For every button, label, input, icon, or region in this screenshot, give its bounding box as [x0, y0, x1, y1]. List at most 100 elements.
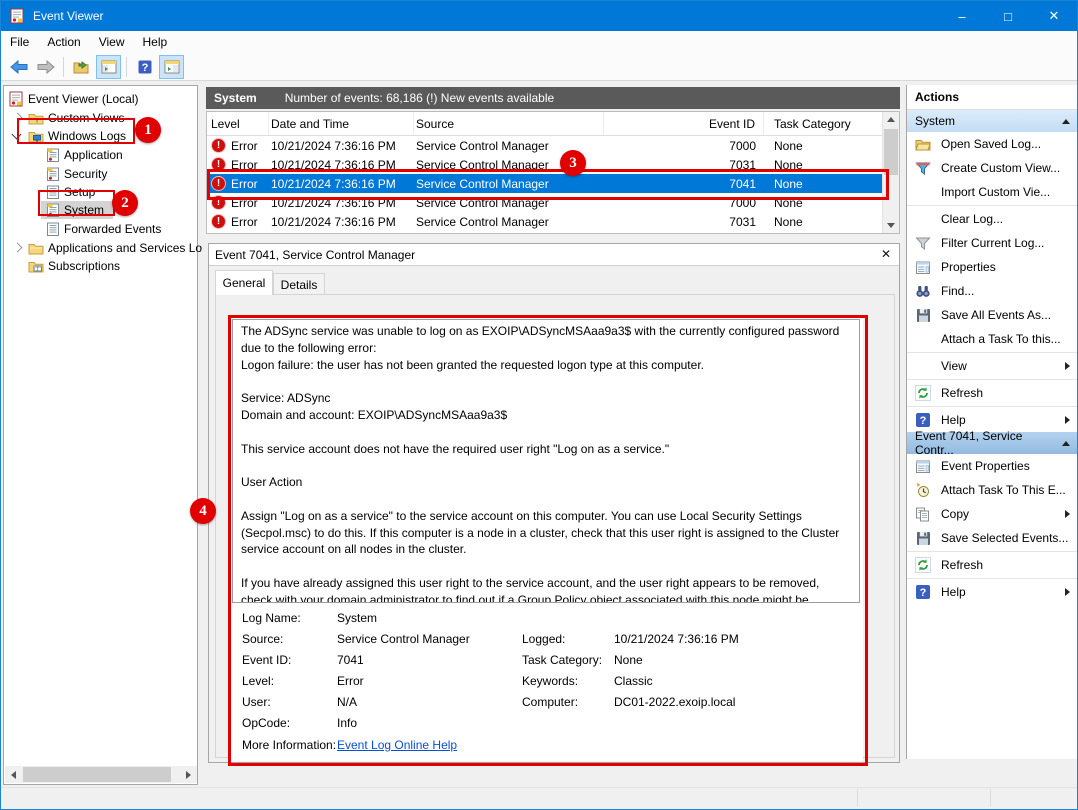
column-header-task-category[interactable]: Task Category	[764, 112, 874, 135]
tree-item-event-viewer-root[interactable]: Event Viewer (Local)	[8, 90, 139, 108]
menu-action[interactable]: Action	[38, 31, 89, 53]
show-console-tree-button[interactable]	[96, 55, 121, 79]
menu-help[interactable]: Help	[134, 31, 177, 53]
event-row[interactable]: !Error 10/21/2024 7:36:16 PM Service Con…	[207, 193, 899, 212]
binoculars-icon	[915, 283, 931, 299]
event-id-cell: 7031	[604, 158, 764, 172]
open-folder-icon	[915, 136, 931, 152]
forward-button[interactable]	[33, 55, 58, 79]
action-refresh-event[interactable]: Refresh	[907, 553, 1078, 577]
menu-view[interactable]: View	[90, 31, 134, 53]
close-icon[interactable]: ✕	[881, 247, 891, 261]
tree-item-application[interactable]: Application	[46, 146, 123, 164]
action-view[interactable]: View	[907, 354, 1078, 378]
scroll-down-icon[interactable]	[887, 223, 895, 228]
help-button[interactable]: ?	[132, 55, 157, 79]
scroll-up-icon[interactable]	[887, 117, 895, 122]
submenu-arrow-icon	[1065, 510, 1070, 518]
task-category-cell: None	[764, 139, 874, 153]
tab-general[interactable]: General	[215, 270, 273, 295]
tree-item-label: Applications and Services Lo	[48, 241, 202, 255]
column-header-date[interactable]: Date and Time	[269, 112, 414, 135]
log-summary-bar: System Number of events: 68,186 (!) New …	[206, 87, 900, 109]
tree-item-system[interactable]: System	[46, 201, 104, 219]
action-open-saved-log[interactable]: Open Saved Log...	[907, 132, 1078, 156]
tree-item-custom-views[interactable]: Custom Views	[28, 109, 124, 127]
annotation-badge-1: 1	[135, 117, 161, 143]
close-button[interactable]: ✕	[1031, 1, 1077, 31]
action-clear-log[interactable]: Clear Log...	[907, 207, 1078, 231]
action-refresh[interactable]: Refresh	[907, 381, 1078, 405]
action-save-all-events-as[interactable]: Save All Events As...	[907, 303, 1078, 327]
scrollbar-thumb[interactable]	[884, 129, 898, 175]
chevron-down-icon[interactable]	[12, 130, 22, 140]
help-icon: ?	[915, 584, 931, 600]
maximize-button[interactable]: □	[985, 1, 1031, 31]
event-row[interactable]: !Error 10/21/2024 7:36:16 PM Service Con…	[207, 136, 899, 155]
menu-file[interactable]: File	[1, 31, 38, 53]
field-value: Service Control Manager	[337, 632, 470, 646]
minimize-button[interactable]: –	[939, 1, 985, 31]
event-row[interactable]: !Error 10/21/2024 7:36:16 PM Service Con…	[207, 212, 899, 231]
event-viewer-window: Event Viewer – □ ✕ File Action View Help…	[0, 0, 1078, 810]
show-action-pane-button[interactable]	[159, 55, 184, 79]
scroll-right-icon[interactable]	[186, 771, 191, 779]
scroll-left-icon[interactable]	[11, 771, 16, 779]
chevron-right-icon[interactable]	[13, 243, 23, 253]
back-button[interactable]	[6, 55, 31, 79]
event-list-scrollbar[interactable]	[882, 112, 899, 233]
filter-color-icon	[915, 160, 931, 176]
action-filter-current-log[interactable]: Filter Current Log...	[907, 231, 1078, 255]
action-find[interactable]: Find...	[907, 279, 1078, 303]
field-label: Level:	[242, 674, 274, 688]
collapse-icon[interactable]	[1062, 441, 1070, 446]
folder-table-icon	[28, 260, 44, 273]
event-list-header: Level Date and Time Source Event ID Task…	[207, 112, 899, 136]
tree-item-applications-services-logs[interactable]: Applications and Services Lo	[28, 239, 202, 257]
tree-item-label: Windows Logs	[48, 129, 126, 143]
action-attach-task-to-event[interactable]: Attach Task To This E...	[907, 478, 1078, 502]
action-label: Help	[941, 585, 966, 599]
action-copy[interactable]: Copy	[907, 502, 1078, 526]
tab-details[interactable]: Details	[273, 273, 325, 295]
action-label: Import Custom Vie...	[941, 185, 1050, 199]
action-label: Filter Current Log...	[941, 236, 1044, 250]
properties-icon	[915, 458, 931, 474]
column-header-event-id[interactable]: Event ID	[604, 112, 764, 135]
tree-item-setup[interactable]: Setup	[46, 183, 95, 201]
export-button[interactable]	[69, 55, 94, 79]
actions-section-system[interactable]: System	[907, 110, 1078, 132]
action-properties[interactable]: Properties	[907, 255, 1078, 279]
event-row[interactable]: !Error 10/21/2024 7:36:16 PM Service Con…	[207, 155, 899, 174]
collapse-icon[interactable]	[1062, 119, 1070, 124]
column-header-source[interactable]: Source	[414, 112, 604, 135]
action-save-selected-events[interactable]: Save Selected Events...	[907, 526, 1078, 550]
column-header-level[interactable]: Level	[207, 112, 269, 135]
date-cell: 10/21/2024 7:36:16 PM	[269, 196, 414, 210]
event-id-cell: 7031	[604, 215, 764, 229]
chevron-right-icon[interactable]	[13, 113, 23, 123]
field-label: Source:	[242, 632, 283, 646]
action-event-properties[interactable]: Event Properties	[907, 454, 1078, 478]
event-row-selected[interactable]: !Error 10/21/2024 7:36:16 PM Service Con…	[207, 174, 899, 193]
no-icon	[915, 331, 931, 347]
no-icon	[915, 211, 931, 227]
tree-item-label: Subscriptions	[48, 259, 120, 273]
actions-section-event[interactable]: Event 7041, Service Contr...	[907, 432, 1078, 454]
action-create-custom-view[interactable]: Create Custom View...	[907, 156, 1078, 180]
event-log-online-help-link[interactable]: Event Log Online Help	[337, 738, 457, 752]
event-description[interactable]: The ADSync service was unable to log on …	[232, 319, 860, 603]
tree-item-forwarded-events[interactable]: Forwarded Events	[46, 220, 161, 238]
action-attach-task-to-log[interactable]: Attach a Task To this...	[907, 327, 1078, 351]
tree-horizontal-scrollbar[interactable]	[5, 766, 197, 783]
tree-item-windows-logs[interactable]: Windows Logs	[28, 127, 126, 145]
tree-item-security[interactable]: Security	[46, 165, 107, 183]
action-import-custom-view[interactable]: Import Custom Vie...	[907, 180, 1078, 204]
tree-item-subscriptions[interactable]: Subscriptions	[28, 257, 120, 275]
action-help-event[interactable]: ? Help	[907, 580, 1078, 604]
scrollbar-thumb[interactable]	[23, 767, 171, 782]
horizontal-splitter[interactable]	[206, 234, 900, 243]
field-label: Task Category:	[522, 653, 602, 667]
folder-filter-icon	[28, 112, 44, 125]
event-viewer-icon	[8, 91, 24, 107]
